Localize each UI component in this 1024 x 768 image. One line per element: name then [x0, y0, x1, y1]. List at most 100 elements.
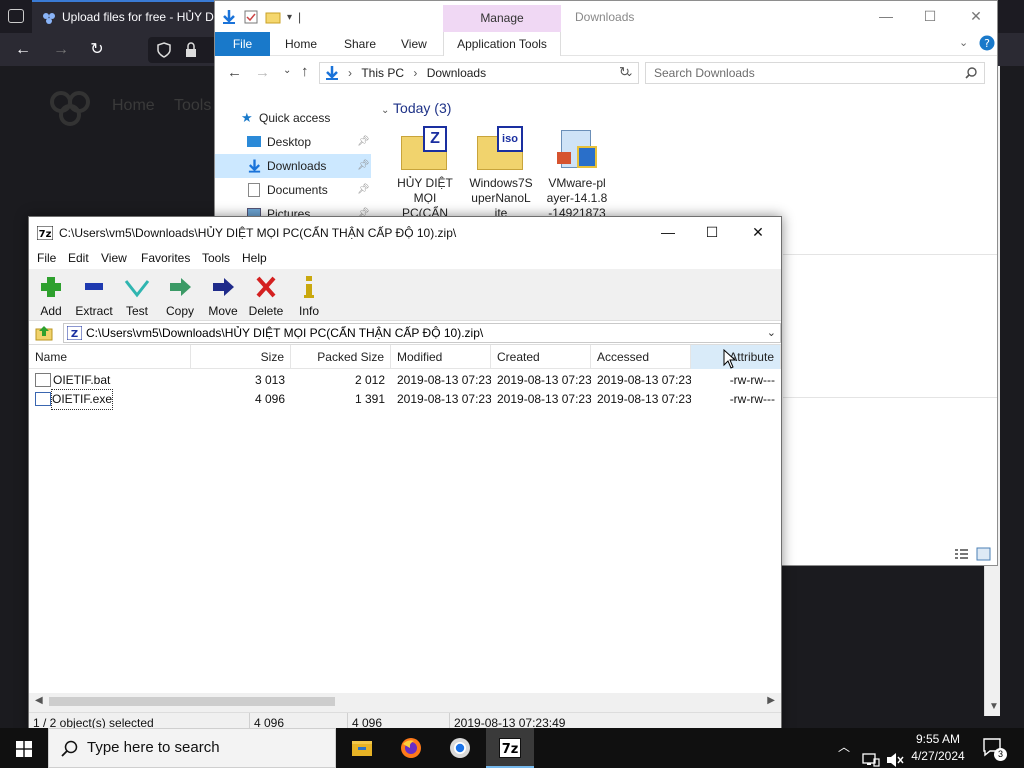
file-item[interactable]: VMware-pl ayer-14.1.8 -14921873 — [541, 126, 613, 221]
network-icon[interactable] — [862, 740, 880, 768]
scroll-down-arrow-icon[interactable]: ▼ — [989, 701, 999, 712]
back-arrow-icon[interactable]: ← — [227, 64, 242, 81]
notification-center-button[interactable]: 3 — [982, 737, 1007, 761]
column-created[interactable]: Created — [491, 345, 591, 369]
site-nav-home[interactable]: Home — [112, 97, 155, 115]
help-icon[interactable]: ? — [979, 35, 995, 51]
lock-icon[interactable] — [184, 42, 198, 58]
explorer-address-bar[interactable]: › This PC › Downloads ⌄ — [319, 62, 639, 84]
folder-up-icon[interactable] — [35, 324, 53, 342]
column-accessed[interactable]: Accessed — [591, 345, 691, 369]
sevenzip-path-input[interactable]: Z C:\Users\vm5\Downloads\HỦY DIỆT MỌI PC… — [63, 323, 781, 343]
search-icon[interactable] — [965, 67, 978, 80]
breadcrumb-downloads[interactable]: Downloads — [427, 66, 486, 80]
breadcrumb-this-pc[interactable]: This PC — [361, 66, 404, 80]
scroll-left-arrow-icon[interactable]: ◀ — [35, 695, 43, 706]
close-icon[interactable]: ✕ — [953, 1, 999, 32]
scroll-right-arrow-icon[interactable]: ▶ — [767, 695, 775, 706]
ribbon-tab-share[interactable]: Share — [344, 32, 376, 56]
sevenzip-menubar: File Edit View Favorites Tools Help — [29, 248, 781, 269]
pin-icon[interactable]: 📌︎ — [357, 178, 370, 202]
cell-name: OIETIF.bat — [53, 373, 111, 387]
tray-overflow-chevron-icon[interactable]: ︿ — [838, 738, 850, 768]
horizontal-scroll-thumb[interactable] — [49, 697, 335, 706]
column-modified[interactable]: Modified — [391, 345, 491, 369]
explorer-search-box[interactable]: Search Downloads — [645, 62, 985, 84]
back-arrow-icon[interactable]: ← — [12, 39, 34, 61]
extract-button[interactable]: Extract — [72, 273, 116, 319]
ribbon-tab-application-tools[interactable]: Application Tools — [443, 32, 561, 56]
forward-arrow-icon[interactable]: → — [50, 39, 72, 61]
browser-tab-active[interactable]: Upload files for free - HỦY DIỆT — [32, 0, 216, 33]
move-button[interactable]: Move — [201, 273, 245, 319]
taskbar-clock[interactable]: 9:55 AM 4/27/2024 — [906, 731, 970, 765]
qat-dropdown-icon[interactable]: ▾ — [287, 12, 292, 23]
info-button[interactable]: Info — [287, 273, 331, 319]
downloads-icon — [248, 159, 261, 173]
nav-desktop[interactable]: Desktop 📌︎ — [215, 130, 371, 154]
volume-muted-icon[interactable] — [886, 740, 904, 768]
menu-edit[interactable]: Edit — [68, 251, 89, 265]
minimize-icon[interactable]: — — [645, 217, 691, 248]
properties-icon[interactable] — [243, 9, 259, 25]
explorer-address-row: ← → ⌄ ↑ › This PC › Downloads ⌄ ↻ Search… — [215, 59, 997, 87]
test-button[interactable]: Test — [115, 273, 159, 319]
recent-locations-icon[interactable]: ⌄ — [283, 65, 291, 76]
file-item[interactable]: iso Windows7S uperNanoL ite — [465, 126, 537, 221]
search-icon — [61, 740, 78, 757]
menu-tools[interactable]: Tools — [202, 251, 230, 265]
up-arrow-icon[interactable]: ↑ — [301, 63, 309, 80]
ribbon-tab-file[interactable]: File — [215, 32, 270, 56]
maximize-icon[interactable]: ☐ — [907, 1, 953, 32]
maximize-icon[interactable]: ☐ — [689, 217, 735, 248]
group-header-today[interactable]: ⌄ Today (3) — [381, 100, 451, 116]
reload-icon[interactable]: ↻ — [86, 39, 108, 61]
start-button[interactable] — [0, 728, 48, 768]
taskbar-firefox[interactable] — [387, 728, 435, 768]
documents-icon — [248, 183, 260, 197]
menu-help[interactable]: Help — [242, 251, 267, 265]
path-dropdown-icon[interactable]: ⌄ — [767, 324, 776, 342]
menu-file[interactable]: File — [37, 251, 56, 265]
shield-icon[interactable] — [156, 42, 172, 58]
minimize-icon[interactable]: — — [863, 1, 909, 32]
zip-archive-icon: Z — [67, 326, 82, 340]
taskbar-file-explorer[interactable] — [338, 728, 386, 768]
taskbar-search-box[interactable]: Type here to search — [48, 728, 336, 768]
sevenzip-toolbar: Add Extract Test Copy Move Delete Info — [29, 269, 781, 321]
group-collapse-chevron-icon[interactable]: ⌄ — [381, 105, 389, 116]
taskbar-chrome[interactable] — [436, 728, 484, 768]
horizontal-scrollbar[interactable]: ◀ ▶ — [29, 693, 781, 710]
pin-icon[interactable]: 📌︎ — [357, 130, 370, 154]
copy-button[interactable]: Copy — [158, 273, 202, 319]
ribbon-expand-chevron-icon[interactable]: ⌄ — [959, 36, 968, 49]
table-row[interactable]: OIETIF.exe 4 096 1 391 2019-08-13 07:23 … — [29, 389, 781, 410]
column-packed-size[interactable]: Packed Size — [291, 345, 391, 369]
iso-archive-icon: iso — [475, 126, 527, 172]
column-name[interactable]: Name — [29, 345, 191, 369]
nav-documents[interactable]: Documents 📌︎ — [215, 178, 371, 202]
ribbon-tab-home[interactable]: Home — [285, 32, 317, 56]
close-icon[interactable]: ✕ — [735, 217, 781, 248]
table-row[interactable]: OIETIF.bat 3 013 2 012 2019-08-13 07:23 … — [29, 371, 781, 390]
file-item[interactable]: Z HỦY DIỆT MỌI PC(CẨN — [389, 126, 461, 221]
forward-arrow-icon[interactable]: → — [255, 64, 270, 81]
refresh-icon[interactable]: ↻ — [619, 64, 630, 80]
ribbon-tab-view[interactable]: View — [401, 32, 427, 56]
tab-list-icon[interactable] — [8, 9, 24, 23]
url-bar[interactable] — [148, 37, 218, 63]
site-nav-tools[interactable]: Tools — [174, 97, 211, 115]
nav-downloads[interactable]: Downloads 📌︎ — [215, 154, 371, 178]
column-size[interactable]: Size — [191, 345, 291, 369]
new-folder-icon[interactable] — [265, 9, 281, 25]
menu-favorites[interactable]: Favorites — [141, 251, 190, 265]
add-button[interactable]: Add — [29, 273, 73, 319]
view-mode-icons[interactable] — [953, 547, 993, 561]
manage-contextual-tab[interactable]: Manage — [443, 5, 561, 32]
menu-view[interactable]: View — [101, 251, 127, 265]
delete-button[interactable]: Delete — [244, 273, 288, 319]
taskbar-7zip[interactable]: 7z — [486, 728, 534, 768]
nav-quick-access[interactable]: ★ Quick access — [215, 106, 371, 130]
pin-icon[interactable]: 📌︎ — [357, 154, 370, 178]
download-arrow-icon[interactable] — [221, 9, 237, 25]
